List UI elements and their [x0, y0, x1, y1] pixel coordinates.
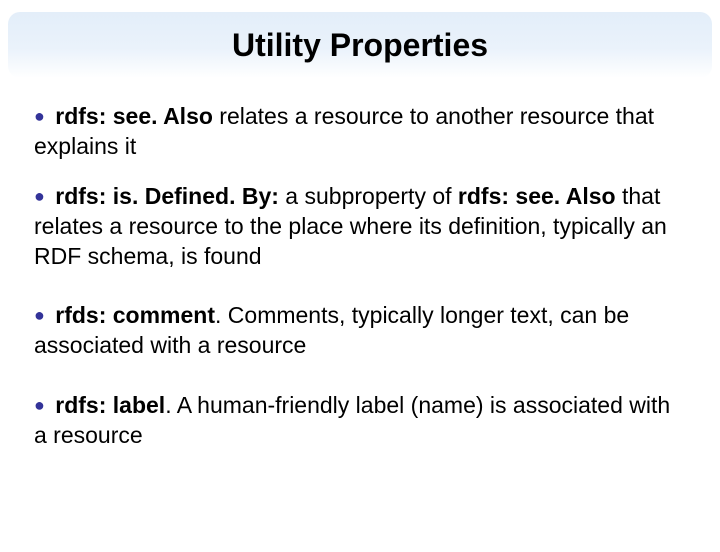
desc: a subproperty of [279, 183, 458, 209]
term2: rdfs: see. Also [458, 183, 616, 209]
term: rdfs: label [55, 392, 165, 418]
term: rfds: comment [55, 302, 215, 328]
list-item: ● rdfs: is. Defined. By: a subproperty o… [34, 182, 686, 272]
content-area: ● rdfs: see. Also relates a resource to … [0, 78, 720, 451]
bullet-icon: ● [34, 305, 45, 325]
bullet-icon: ● [34, 186, 45, 206]
bullet-icon: ● [34, 106, 45, 126]
term: rdfs: is. Defined. By: [55, 183, 279, 209]
term: rdfs: see. Also [55, 103, 213, 129]
list-item: ● rdfs: see. Also relates a resource to … [34, 102, 686, 162]
title-bar: Utility Properties [8, 12, 712, 78]
list-item: ● rfds: comment. Comments, typically lon… [34, 301, 686, 361]
bullet-icon: ● [34, 395, 45, 415]
slide-title: Utility Properties [232, 27, 488, 64]
list-item: ● rdfs: label. A human-friendly label (n… [34, 391, 686, 451]
